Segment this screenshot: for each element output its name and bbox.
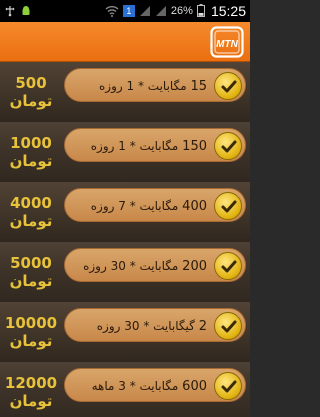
price-unit: تومان [9,332,53,350]
package-button[interactable]: 600 مگابایت * 3 ماهه [64,368,246,402]
package-price: 500 تومان [0,62,62,122]
price-amount: 4000 [10,194,52,212]
package-size: 150 [182,139,207,154]
battery-percent: 26% [170,5,193,17]
package-label: مگابایت * 3 ماهه [91,379,179,393]
package-label: مگابایت * 1 روزه [99,79,187,93]
signal-icon-2 [155,2,167,21]
package-button[interactable]: 400 مگابایت * 7 روزه [64,188,246,222]
package-button[interactable]: 200 مگابایت * 30 روزه [64,248,246,282]
package-button[interactable]: 2 گیگابایت * 30 روزه [64,308,246,342]
package-list: 500 تومان 15 مگابایت * 1 روزه 1000 تومان… [0,62,250,417]
package-label: گیگابایت * 30 روزه [96,319,195,333]
package-row[interactable]: 1000 تومان 150 مگابایت * 1 روزه [0,122,250,182]
signal-icon-1 [139,2,151,21]
price-unit: تومان [9,392,53,410]
check-icon [214,132,242,160]
package-button[interactable]: 150 مگابایت * 1 روزه [64,128,246,162]
price-amount: 10000 [4,314,58,332]
battery-icon [196,2,205,21]
status-left [4,2,32,21]
price-unit: تومان [9,212,53,230]
price-amount: 12000 [4,374,58,392]
check-icon [214,72,242,100]
package-row[interactable]: 10000 تومان 2 گیگابایت * 30 روزه [0,302,250,362]
package-description: 400 مگابایت * 7 روزه [91,189,207,223]
package-description: 200 مگابایت * 30 روزه [83,249,207,283]
package-description: 150 مگابایت * 1 روزه [91,129,207,163]
price-unit: تومان [9,272,53,290]
package-row[interactable]: 12000 تومان 600 مگابایت * 3 ماهه [0,362,250,417]
package-row[interactable]: 5000 تومان 200 مگابایت * 30 روزه [0,242,250,302]
package-description: 2 گیگابایت * 30 روزه [97,309,207,343]
package-size: 200 [182,259,207,274]
check-icon [214,252,242,280]
package-size: 2 [198,319,207,334]
package-price: 10000 تومان [0,302,62,362]
price-amount: 5000 [10,254,52,272]
svg-text:MTN: MTN [216,39,238,50]
notification-badge-icon: 1 [122,5,135,17]
package-size: 400 [182,199,207,214]
android-debug-icon [20,2,32,21]
status-bar: 1 26% 15:25 [0,0,250,22]
package-size: 15 [190,79,207,94]
app-bar: MTN [0,22,250,62]
package-row[interactable]: 500 تومان 15 مگابایت * 1 روزه [0,62,250,122]
package-price: 4000 تومان [0,182,62,242]
usb-icon [4,2,16,21]
price-unit: تومان [9,152,53,170]
package-label: مگابایت * 30 روزه [83,259,179,273]
package-price: 12000 تومان [0,362,62,417]
status-right: 1 26% 15:25 [105,2,246,21]
check-icon [214,192,242,220]
package-button[interactable]: 15 مگابایت * 1 روزه [64,68,246,102]
price-amount: 1000 [10,134,52,152]
package-size: 600 [182,379,207,394]
package-price: 1000 تومان [0,122,62,182]
package-label: مگابایت * 7 روزه [90,199,179,213]
package-row[interactable]: 4000 تومان 400 مگابایت * 7 روزه [0,182,250,242]
check-icon [214,372,242,400]
package-description: 600 مگابایت * 3 ماهه [92,369,207,403]
clock: 15:25 [210,3,246,19]
package-label: مگابایت * 1 روزه [90,139,179,153]
price-amount: 500 [15,74,47,92]
package-price: 5000 تومان [0,242,62,302]
check-icon [214,312,242,340]
package-description: 15 مگابایت * 1 روزه [99,69,207,103]
price-unit: تومان [9,92,53,110]
mtn-logo: MTN [210,26,244,58]
wifi-icon [105,2,119,21]
